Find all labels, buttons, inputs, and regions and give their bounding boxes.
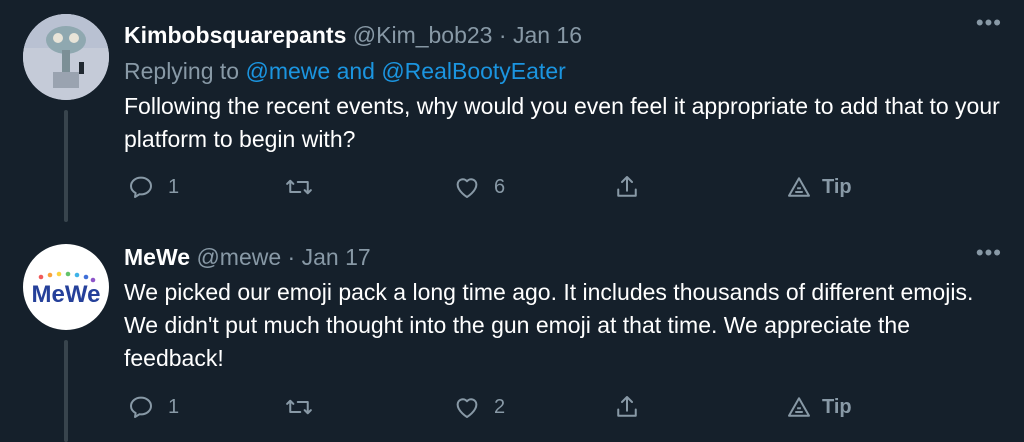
avatar-image [23,14,109,100]
mention-link[interactable]: @RealBootyEater [381,58,565,84]
like-icon [456,398,478,418]
reply-icon [130,176,152,198]
tip-icon [788,397,810,417]
timestamp[interactable]: Jan 16 [513,22,582,48]
tweet-actions: 1 2 Tip [124,392,884,424]
tweet-body: Kimbobsquarepants @Kim_bob23 · Jan 16 Re… [124,20,1004,156]
share-icon [617,176,637,197]
tip-button[interactable]: Tip [784,392,852,422]
mention-and[interactable]: and [337,58,375,84]
tweet-text: We picked our emoji pack a long time ago… [124,279,974,371]
share-button[interactable] [612,392,642,422]
tip-button[interactable]: Tip [784,172,852,202]
reply-button[interactable]: 1 [126,172,179,202]
tweet-header: MeWe @mewe · Jan 17 [124,242,1004,272]
mewe-logo-text: MeWe [32,281,101,308]
tweet-body: MeWe @mewe · Jan 17 We picked our emoji … [124,242,1004,375]
like-button[interactable]: 2 [452,392,505,422]
tweet[interactable]: ••• Kimbobsquarepants @Kim_bob23 · Jan 1… [0,0,1024,222]
avatar[interactable] [23,14,109,100]
reply-count: 1 [168,395,180,418]
retweet-button[interactable] [284,392,326,422]
share-icon [617,396,637,417]
conversation-thread: ••• Kimbobsquarepants @Kim_bob23 · Jan 1… [0,0,1024,442]
mewe-logo: MeWe [32,271,101,308]
replying-prefix: Replying to [124,58,240,84]
display-name[interactable]: MeWe [124,244,190,270]
like-count: 6 [494,175,506,198]
separator: · [498,22,507,48]
timestamp[interactable]: Jan 17 [302,244,371,270]
like-button[interactable]: 6 [452,172,505,202]
reply-icon [130,396,152,418]
tip-label: Tip [822,175,852,198]
retweet-icon [286,179,312,195]
tweet[interactable]: MeWe ••• MeWe @mewe · Jan 17 We picked o… [0,222,1024,442]
tweet-header: Kimbobsquarepants @Kim_bob23 · Jan 16 [124,20,1004,50]
retweet-button[interactable] [284,172,326,202]
reply-button[interactable]: 1 [126,392,179,422]
handle[interactable]: @Kim_bob23 [353,22,493,48]
share-button[interactable] [612,172,642,202]
thread-line [64,340,68,442]
replying-to: Replying to @mewe and @RealBootyEater [124,56,1004,86]
separator: · [287,244,296,270]
tweet-actions: 1 6 Tip [124,172,884,204]
mention-link[interactable]: @mewe [245,58,330,84]
like-count: 2 [494,395,506,418]
thread-line [64,110,68,222]
tip-icon [788,177,810,197]
tip-label: Tip [822,395,852,418]
tweet-text: Following the recent events, why would y… [124,93,1000,152]
handle[interactable]: @mewe [196,244,281,270]
display-name[interactable]: Kimbobsquarepants [124,22,346,48]
reply-count: 1 [168,175,180,198]
retweet-icon [286,399,312,415]
like-icon [456,178,478,198]
avatar[interactable]: MeWe [23,244,109,330]
